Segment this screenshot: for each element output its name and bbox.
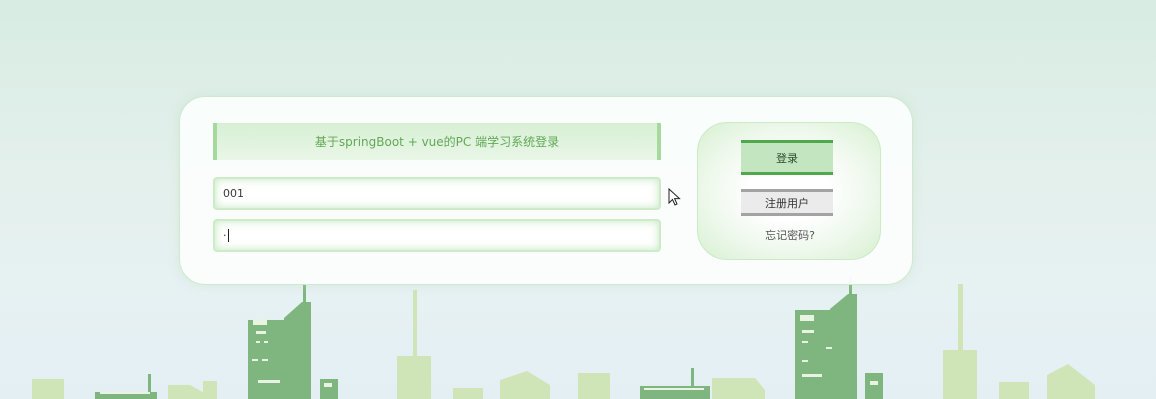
login-button[interactable]: 登录 [741,140,833,175]
username-value: 001 [223,187,244,200]
mouse-cursor-icon [668,188,681,206]
password-value: · [223,229,227,242]
login-card: 基于springBoot + vue的PC 端学习系统登录 001 · 登录 注… [179,96,913,285]
password-input[interactable]: · [213,219,661,252]
text-caret [227,229,229,242]
username-input[interactable]: 001 [213,177,661,210]
login-title: 基于springBoot + vue的PC 端学习系统登录 [213,123,661,160]
forgot-password-link[interactable]: 忘记密码? [698,227,882,243]
register-button[interactable]: 注册用户 [741,189,833,216]
action-panel: 登录 注册用户 忘记密码? [697,122,881,260]
